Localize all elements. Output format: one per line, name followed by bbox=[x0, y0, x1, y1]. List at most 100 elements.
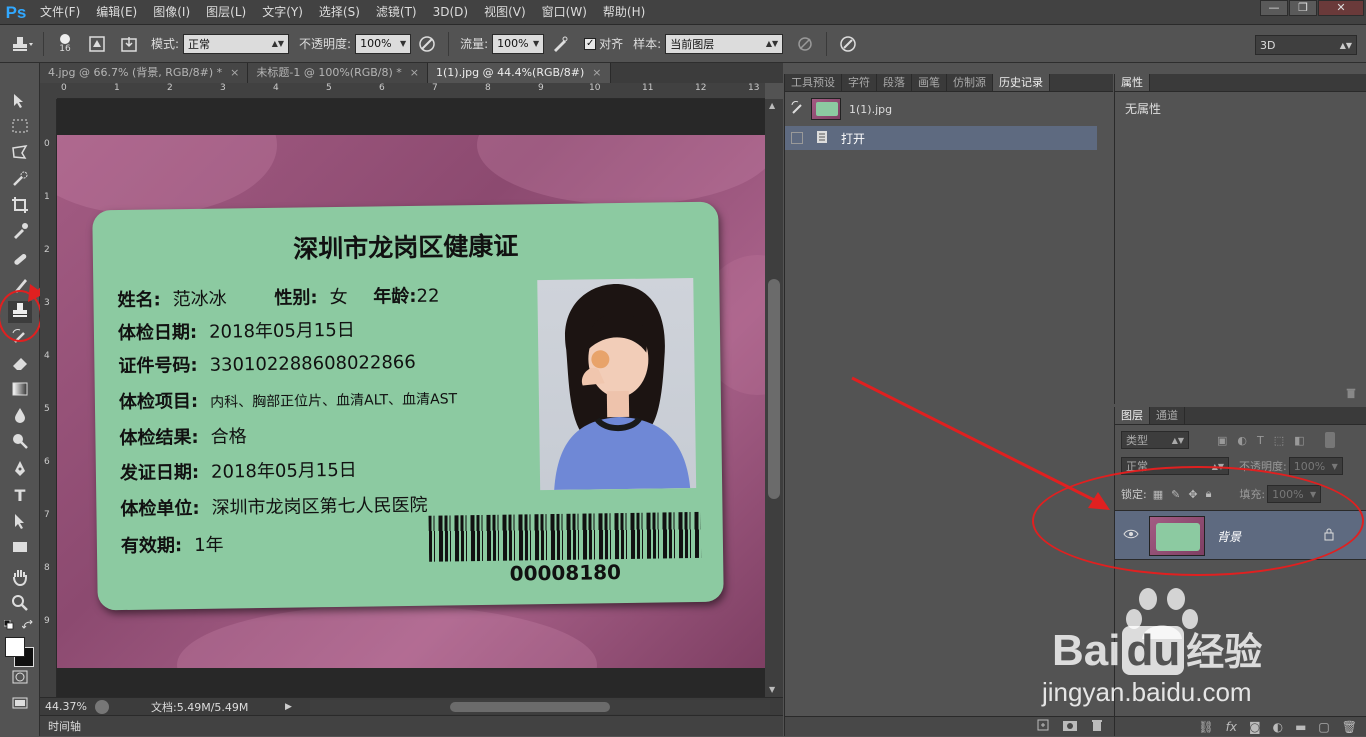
canvas-vertical-scrollbar[interactable]: ▲ ▼ bbox=[765, 99, 783, 697]
swap-colors-icon[interactable] bbox=[21, 619, 34, 629]
minimize-button[interactable]: — bbox=[1260, 0, 1288, 16]
pressure-size-icon[interactable] bbox=[836, 32, 860, 56]
close-icon[interactable]: × bbox=[592, 66, 601, 79]
tab-tool-presets[interactable]: 工具预设 bbox=[785, 74, 842, 91]
filter-smart-object-icon[interactable]: ◧ bbox=[1294, 434, 1304, 447]
scroll-down-icon[interactable]: ▼ bbox=[769, 685, 775, 694]
ruler-horizontal[interactable]: 0 1 2 3 4 5 6 7 8 9 10 11 12 13 bbox=[57, 83, 765, 99]
menu-filter[interactable]: 滤镜(T) bbox=[368, 0, 425, 25]
layer-style-icon[interactable]: fx bbox=[1226, 720, 1237, 734]
filter-pixel-icon[interactable]: ▣ bbox=[1217, 434, 1227, 447]
scrollbar-thumb[interactable] bbox=[450, 702, 610, 712]
history-snapshot[interactable]: 1(1).jpg bbox=[785, 94, 1114, 124]
ignore-adjustment-layers-icon[interactable] bbox=[793, 32, 817, 56]
sample-select[interactable]: 当前图层 ▲▼ bbox=[665, 33, 784, 54]
trash-icon[interactable] bbox=[1090, 718, 1104, 735]
tab-character[interactable]: 字符 bbox=[842, 74, 877, 91]
trash-icon[interactable]: 🗑︎ bbox=[1342, 720, 1357, 734]
link-layers-icon[interactable]: ⛓ bbox=[1198, 720, 1213, 734]
dodge-tool-icon[interactable] bbox=[8, 431, 32, 453]
marquee-tool-icon[interactable] bbox=[8, 117, 32, 139]
camera-snapshot-icon[interactable] bbox=[1062, 718, 1078, 735]
menu-select[interactable]: 选择(S) bbox=[311, 0, 368, 25]
workspace-select[interactable]: 3D ▲▼ bbox=[1255, 35, 1357, 55]
ruler-tick: 1 bbox=[44, 192, 50, 202]
filter-toggle[interactable] bbox=[1324, 432, 1335, 448]
foreground-color-swatch[interactable] bbox=[5, 637, 25, 657]
gradient-tool-icon[interactable] bbox=[8, 379, 32, 401]
airbrush-icon[interactable] bbox=[548, 32, 572, 56]
eraser-tool-icon[interactable] bbox=[8, 353, 32, 375]
document-canvas[interactable]: 深圳市龙岗区健康证 姓名: 范冰冰 性别: 女 年龄:22 体检日期: 2018年05… bbox=[57, 99, 765, 697]
menu-help[interactable]: 帮助(H) bbox=[595, 0, 653, 25]
ruler-vertical[interactable]: 0 1 2 3 4 5 6 7 8 9 bbox=[40, 99, 57, 697]
clone-stamp-preset-icon[interactable] bbox=[10, 32, 34, 56]
brush-panel-icon[interactable] bbox=[85, 32, 109, 56]
tab-history[interactable]: 历史记录 bbox=[993, 74, 1050, 91]
opacity-input[interactable]: 100% ▼ bbox=[355, 33, 412, 54]
menu-3d[interactable]: 3D(D) bbox=[425, 0, 476, 25]
trash-icon[interactable] bbox=[1345, 387, 1357, 402]
pen-tool-icon[interactable] bbox=[8, 459, 32, 481]
doc-tab-untitled[interactable]: 未标题-1 @ 100%(RGB/8) * × bbox=[248, 63, 429, 83]
history-source-checkbox[interactable] bbox=[791, 132, 803, 144]
hand-tool-icon[interactable] bbox=[8, 567, 32, 589]
quick-mask-icon[interactable] bbox=[8, 669, 32, 691]
tab-brush[interactable]: 画笔 bbox=[912, 74, 947, 91]
rectangle-tool-icon[interactable] bbox=[8, 537, 32, 559]
tab-paragraph[interactable]: 段落 bbox=[877, 74, 912, 91]
screen-mode-icon[interactable] bbox=[8, 695, 32, 717]
menu-view[interactable]: 视图(V) bbox=[476, 0, 534, 25]
timeline-bar[interactable]: 时间轴 bbox=[40, 715, 783, 736]
restore-button[interactable]: ❐ bbox=[1289, 0, 1317, 16]
status-info-icon[interactable] bbox=[95, 699, 109, 714]
scroll-up-icon[interactable]: ▲ bbox=[769, 101, 775, 110]
filter-type-icon[interactable]: T bbox=[1257, 434, 1264, 447]
document-image[interactable]: 深圳市龙岗区健康证 姓名: 范冰冰 性别: 女 年龄:22 体检日期: 2018年05… bbox=[57, 135, 765, 668]
close-button[interactable]: ✕ bbox=[1318, 0, 1364, 16]
scrollbar-thumb[interactable] bbox=[768, 279, 780, 499]
new-layer-icon[interactable]: ▢ bbox=[1318, 720, 1329, 734]
status-menu-arrow-icon[interactable]: ▶ bbox=[285, 702, 292, 712]
layer-mask-icon[interactable]: ◙ bbox=[1249, 720, 1261, 734]
tab-clone-source[interactable]: 仿制源 bbox=[947, 74, 993, 91]
tab-properties[interactable]: 属性 bbox=[1115, 74, 1150, 91]
mode-select[interactable]: 正常 ▲▼ bbox=[183, 33, 290, 54]
default-colors-icon[interactable] bbox=[3, 619, 14, 630]
new-document-from-state-icon[interactable] bbox=[1036, 718, 1050, 735]
menu-layer[interactable]: 图层(L) bbox=[198, 0, 254, 25]
menu-window[interactable]: 窗口(W) bbox=[534, 0, 595, 25]
clone-source-panel-icon[interactable] bbox=[117, 32, 141, 56]
close-icon[interactable]: × bbox=[410, 66, 419, 79]
lasso-tool-icon[interactable] bbox=[8, 143, 32, 165]
tab-channels[interactable]: 通道 bbox=[1150, 407, 1185, 424]
doc-tab-1-1-jpg[interactable]: 1(1).jpg @ 44.4%(RGB/8#) × bbox=[428, 63, 611, 83]
path-selection-tool-icon[interactable] bbox=[8, 511, 32, 533]
zoom-level[interactable]: 44.37% bbox=[45, 700, 87, 713]
canvas-horizontal-scrollbar[interactable] bbox=[310, 700, 770, 714]
new-group-icon[interactable]: ▬ bbox=[1295, 720, 1306, 734]
blur-tool-icon[interactable] bbox=[8, 405, 32, 427]
filter-adjustment-icon[interactable]: ◐ bbox=[1237, 434, 1247, 447]
quick-selection-tool-icon[interactable] bbox=[8, 169, 32, 191]
history-step-open[interactable]: 打开 bbox=[785, 126, 1097, 150]
history-brush-source-icon[interactable] bbox=[791, 100, 805, 118]
type-tool-icon[interactable]: T bbox=[8, 485, 32, 507]
zoom-tool-icon[interactable] bbox=[8, 593, 32, 615]
doc-tab-4jpg[interactable]: 4.jpg @ 66.7% (背景, RGB/8#) * × bbox=[40, 63, 249, 83]
layer-opacity-input[interactable]: 100% ▼ bbox=[1288, 457, 1343, 475]
menu-file[interactable]: 文件(F) bbox=[32, 0, 88, 25]
flow-input[interactable]: 100% ▼ bbox=[492, 33, 545, 54]
brush-preset-picker[interactable]: 16 bbox=[53, 32, 77, 56]
ruler-tick: 7 bbox=[432, 83, 438, 93]
adjustment-layer-icon[interactable]: ◐ bbox=[1273, 720, 1283, 734]
ruler-origin[interactable] bbox=[40, 83, 57, 99]
filter-shape-icon[interactable]: ⬚ bbox=[1274, 434, 1284, 447]
menu-edit[interactable]: 编辑(E) bbox=[88, 0, 145, 25]
aligned-checkbox[interactable]: ✓ bbox=[584, 37, 597, 50]
pressure-opacity-icon[interactable] bbox=[415, 32, 439, 56]
menu-image[interactable]: 图像(I) bbox=[145, 0, 198, 25]
menu-type[interactable]: 文字(Y) bbox=[254, 0, 311, 25]
move-tool-icon[interactable] bbox=[8, 91, 32, 113]
close-icon[interactable]: × bbox=[230, 66, 239, 79]
